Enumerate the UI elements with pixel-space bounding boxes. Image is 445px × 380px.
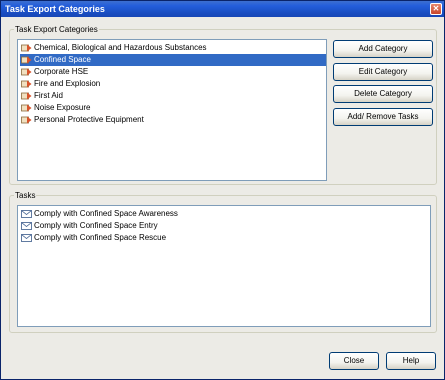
delete-category-button[interactable]: Delete Category — [333, 85, 433, 103]
categories-list[interactable]: Chemical, Biological and Hazardous Subst… — [17, 39, 327, 181]
edit-category-button[interactable]: Edit Category — [333, 63, 433, 81]
close-icon: ✕ — [432, 4, 440, 13]
categories-legend: Task Export Categories — [15, 25, 98, 34]
task-item-label: Comply with Confined Space Entry — [34, 221, 158, 230]
category-icon — [21, 68, 32, 76]
category-item-label: Chemical, Biological and Hazardous Subst… — [34, 43, 207, 52]
add-remove-tasks-button[interactable]: Add/ Remove Tasks — [333, 108, 433, 126]
close-button[interactable]: Close — [329, 352, 379, 370]
tasks-legend: Tasks — [15, 191, 36, 200]
category-item-label: Fire and Explosion — [34, 79, 101, 88]
task-item[interactable]: Comply with Confined Space Rescue — [20, 232, 168, 244]
task-export-categories-dialog: Task Export Categories ✕ Task Export Cat… — [0, 0, 445, 380]
category-icon — [21, 44, 32, 52]
task-icon — [21, 222, 32, 230]
category-item[interactable]: Chemical, Biological and Hazardous Subst… — [20, 42, 209, 54]
category-icon — [21, 56, 32, 64]
task-item[interactable]: Comply with Confined Space Entry — [20, 220, 160, 232]
category-item-label: First Aid — [34, 91, 63, 100]
category-item[interactable]: First Aid — [20, 90, 65, 102]
category-icon — [21, 116, 32, 124]
category-item[interactable]: Personal Protective Equipment — [20, 114, 146, 126]
category-item[interactable]: Noise Exposure — [20, 102, 92, 114]
task-item[interactable]: Comply with Confined Space Awareness — [20, 208, 180, 220]
category-icon — [21, 92, 32, 100]
category-item-selected[interactable]: Confined Space — [20, 54, 326, 66]
category-item-label: Corporate HSE — [34, 67, 89, 76]
category-item[interactable]: Fire and Explosion — [20, 78, 102, 90]
window-title: Task Export Categories — [5, 4, 105, 14]
tasks-list[interactable]: Comply with Confined Space Awareness Com… — [17, 205, 431, 327]
title-bar: Task Export Categories ✕ — [1, 1, 444, 17]
category-icon — [21, 104, 32, 112]
help-button[interactable]: Help — [386, 352, 436, 370]
task-icon — [21, 234, 32, 242]
category-item-label: Personal Protective Equipment — [34, 115, 144, 124]
category-item[interactable]: Corporate HSE — [20, 66, 90, 78]
add-category-button[interactable]: Add Category — [333, 40, 433, 58]
task-icon — [21, 210, 32, 218]
category-item-label: Noise Exposure — [34, 103, 91, 112]
task-item-label: Comply with Confined Space Rescue — [34, 233, 167, 242]
category-item-label: Confined Space — [34, 55, 91, 64]
category-icon — [21, 80, 32, 88]
task-item-label: Comply with Confined Space Awareness — [34, 209, 178, 218]
close-window-button[interactable]: ✕ — [430, 3, 442, 15]
